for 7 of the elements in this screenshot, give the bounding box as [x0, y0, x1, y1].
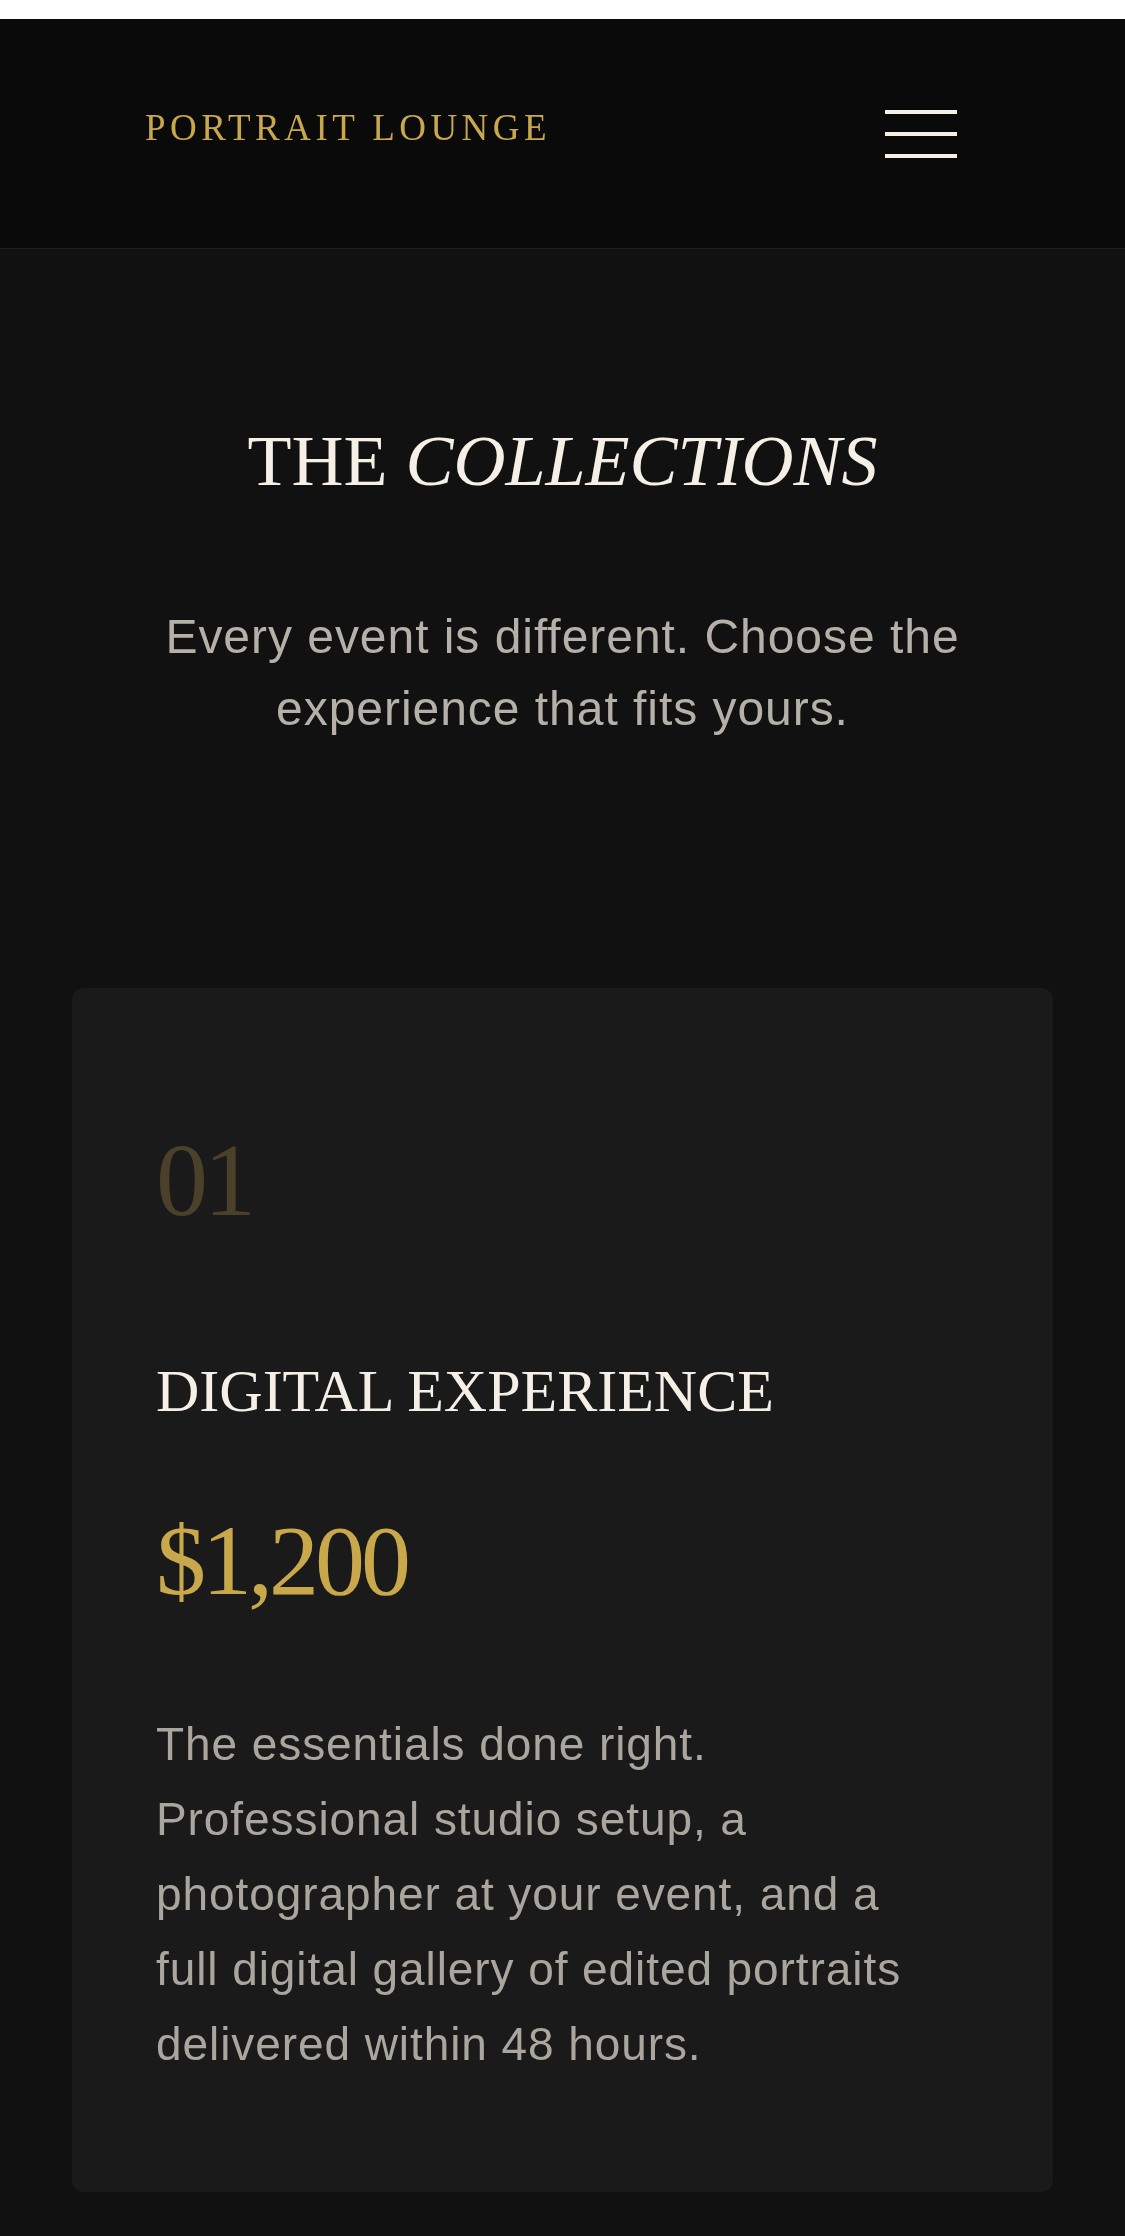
section-title: THE COLLECTIONS: [247, 425, 878, 497]
section-subtitle: Every event is different. Choose the experience that fits yours.: [164, 609, 961, 737]
collection-price: $1,200: [156, 1511, 407, 1611]
brand-logo[interactable]: PORTRAIT LOUNGE: [145, 109, 551, 146]
collection-title: DIGITAL EXPERIENCE: [156, 1361, 774, 1421]
menu-icon[interactable]: [885, 109, 957, 158]
collection-description: The essentials done right. Professional studio setup, a photographer at your event, and a full digital gallery of edited portraits delivered within 48 hours.: [156, 1717, 903, 2072]
